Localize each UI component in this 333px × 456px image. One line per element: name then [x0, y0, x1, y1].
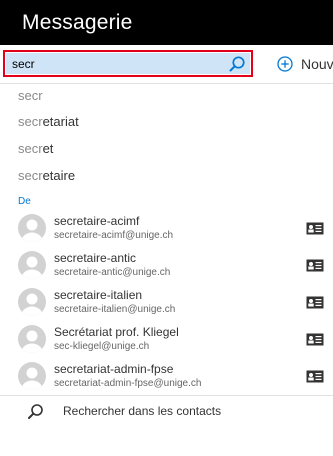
app-title: Messagerie — [22, 11, 133, 34]
contact-name: secretaire-acimf — [54, 214, 140, 228]
suggestion-typed-text: secr — [18, 141, 43, 156]
contact-row[interactable]: secretaire-italien secretaire-italien@un… — [0, 285, 333, 322]
suggestion-completion-text: et — [42, 141, 54, 156]
suggestion-item[interactable]: secretaire — [0, 164, 333, 188]
suggestion-typed-text: secr — [18, 168, 43, 183]
search-input[interactable] — [12, 53, 222, 74]
search-contacts-label: Rechercher dans les contacts — [63, 404, 222, 418]
suggestion-completion-text: etariat — [42, 114, 79, 129]
person-icon — [18, 362, 46, 390]
contact-email: secretaire-acimf@unige.ch — [54, 230, 174, 241]
plus-circle-icon — [277, 56, 293, 72]
search-box[interactable] — [6, 53, 250, 74]
contact-card-icon[interactable] — [306, 259, 324, 272]
contact-name: secretaire-italien — [54, 288, 143, 302]
search-icon — [28, 404, 43, 419]
top-bar: Messagerie — [0, 0, 333, 45]
section-label-from: De — [18, 196, 31, 207]
contact-email: secretaire-italien@unige.ch — [54, 304, 176, 315]
person-icon — [18, 325, 46, 353]
person-icon — [18, 251, 46, 279]
contact-row[interactable]: secretariat-admin-fpse secretariat-admin… — [0, 359, 333, 396]
contact-row[interactable]: secretaire-acimf secretaire-acimf@unige.… — [0, 211, 333, 248]
suggestion-item[interactable]: secr — [0, 84, 333, 108]
search-box-frame — [3, 50, 253, 77]
contact-email: secretariat-admin-fpse@unige.ch — [54, 378, 202, 389]
contact-card-icon[interactable] — [306, 333, 324, 346]
contact-row[interactable]: Secrétariat prof. Kliegel sec-kliegel@un… — [0, 322, 333, 359]
contact-card-icon[interactable] — [306, 222, 324, 235]
contact-email: sec-kliegel@unige.ch — [54, 341, 150, 352]
contact-card-icon[interactable] — [306, 370, 324, 383]
contact-row[interactable]: secretaire-antic secretaire-antic@unige.… — [0, 248, 333, 285]
person-icon — [18, 214, 46, 242]
suggestion-typed-text: secr — [18, 114, 43, 129]
suggestion-item[interactable]: secret — [0, 137, 333, 161]
contact-card-icon[interactable] — [306, 296, 324, 309]
person-icon — [18, 288, 46, 316]
suggestion-typed-text: secr — [18, 88, 43, 103]
contact-email: secretaire-antic@unige.ch — [54, 267, 171, 278]
new-button-label: Nouve — [301, 56, 333, 72]
search-icon[interactable] — [228, 55, 246, 73]
suggestion-completion-text: etaire — [42, 168, 76, 183]
contact-name: secretariat-admin-fpse — [54, 362, 174, 376]
new-button[interactable]: Nouve — [277, 54, 333, 74]
contact-name: secretaire-antic — [54, 251, 137, 265]
contact-name: Secrétariat prof. Kliegel — [54, 325, 179, 339]
search-contacts-button[interactable]: Rechercher dans les contacts — [0, 399, 333, 425]
suggestion-item[interactable]: secretariat — [0, 110, 333, 134]
divider — [0, 395, 333, 396]
